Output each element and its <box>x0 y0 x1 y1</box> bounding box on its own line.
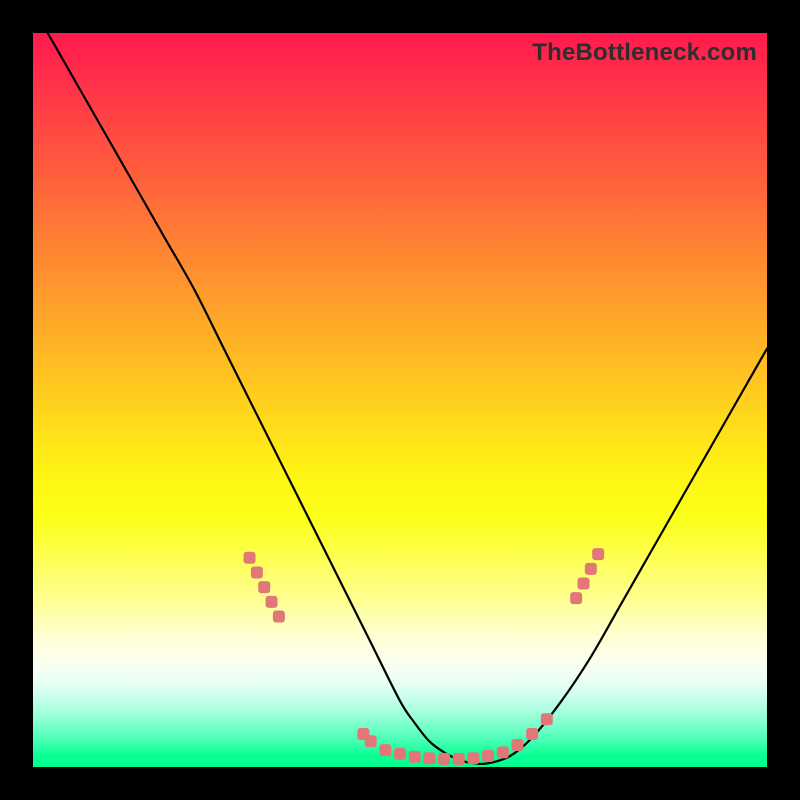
watermark-text: TheBottleneck.com <box>532 39 757 67</box>
gradient-background <box>33 33 767 767</box>
plot-area: TheBottleneck.com <box>33 33 767 767</box>
chart-frame: TheBottleneck.com <box>0 0 800 800</box>
